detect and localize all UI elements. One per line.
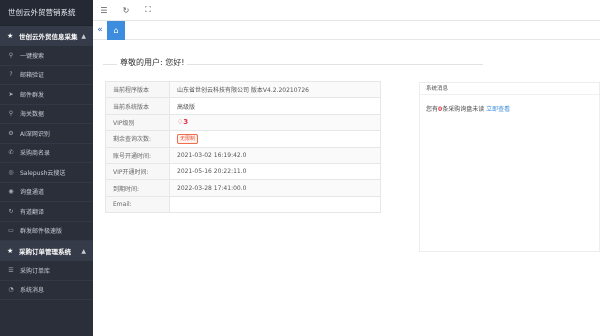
sidebar-item-label: 系统消息 [20, 287, 45, 295]
star-icon: ★ [7, 247, 14, 255]
info-value: 2021-05-16 20:22:11.0 [169, 162, 381, 181]
table-row: VIP开通时间: 2021-05-16 20:22:11.0 [105, 162, 381, 181]
table-row: 当前系统版本 高级版 [105, 97, 381, 115]
chevron-up-icon: ▲ [81, 247, 86, 255]
sidebar-item-label: 采购订单库 [20, 267, 51, 275]
info-value: 2022-03-28 17:41:00.0 [169, 179, 381, 197]
tab-bar: « ⌂ [93, 20, 600, 40]
sidebar-item-buyer-directory[interactable]: ✆ 采购商名录 [0, 144, 93, 163]
sidebar-item-order-library[interactable]: ☰ 采购订单库 [0, 261, 93, 281]
vip-level-number: 3 [183, 118, 189, 127]
table-row: Email: [105, 195, 381, 214]
sidebar-item-customs-data[interactable]: ⚲ 海关数据 [0, 105, 93, 124]
target-icon: ◉ [8, 188, 14, 196]
sidebar-item-ai-deepweb[interactable]: ⚙ AI深网识别 [0, 124, 93, 144]
sidebar-section-info-collection[interactable]: ★ 世创云外贸信息采集 ▲ [0, 26, 93, 46]
info-key: 当前程序版本 [105, 80, 170, 99]
greeting-block: 尊敬的用户: 您好! [103, 57, 483, 69]
unlimited-badge: 无限制 [177, 133, 199, 144]
info-value: 无限制 [169, 130, 381, 148]
info-value [169, 195, 381, 214]
account-info-table: 当前程序版本 山东省世创云科技有限公司 版本V4.2.20210726 当前系统… [105, 80, 381, 214]
info-value: 山东省世创云科技有限公司 版本V4.2.20210726 [169, 80, 381, 99]
info-key: VIP级别 [105, 113, 170, 132]
chevron-up-icon: ▲ [81, 32, 86, 40]
greeting-title: 尊敬的用户: 您好! [117, 57, 188, 68]
search-icon: ⚲ [8, 110, 14, 118]
sidebar-item-mass-email[interactable]: ➤ 邮件群发 [0, 85, 93, 105]
panel-title: 系统消息 [420, 83, 599, 95]
info-key: VIP开通时间: [105, 162, 170, 181]
sidebar-section-purchase-orders[interactable]: ★ 采购订单管理系统 ▲ [0, 241, 93, 261]
sidebar-item-label: 海关数据 [20, 111, 45, 119]
sidebar-item-label: 邮件群发 [20, 91, 45, 99]
view-now-link[interactable]: 立即查看 [486, 106, 510, 113]
sidebar-item-label: Salepush云搜送 [20, 169, 66, 177]
sidebar-item-label: 询盘通道 [20, 189, 45, 197]
sidebar-item-system-messages[interactable]: ◔ 系统消息 [0, 281, 93, 300]
system-messages-panel: 系统消息 您有0条采购询盘未读 立即查看 [419, 82, 600, 252]
sidebar-item-inquiry-channel[interactable]: ◉ 询盘通道 [0, 183, 93, 202]
info-key: 账号开通时间: [105, 146, 170, 164]
table-row: 剩余查询次数: 无限制 [105, 130, 381, 148]
info-key: 到期时间: [105, 179, 170, 197]
translate-icon: ↻ [8, 207, 14, 215]
double-chevron-left-icon[interactable]: « [93, 25, 107, 35]
table-row: 到期时间: 2022-03-28 17:41:00.0 [105, 179, 381, 197]
list-icon: ☰ [8, 266, 14, 274]
info-key: 当前系统版本 [105, 97, 170, 115]
home-tab[interactable]: ⌂ [107, 20, 125, 40]
sidebar-item-label: 一键搜索 [20, 52, 45, 60]
table-row: 当前程序版本 山东省世创云科技有限公司 版本V4.2.20210726 [105, 80, 381, 99]
main-content: 尊敬的用户: 您好! 当前程序版本 山东省世创云科技有限公司 版本V4.2.20… [93, 40, 600, 336]
ai-icon: ⚙ [8, 129, 14, 137]
sidebar: 世创云外贸营销系统 ★ 世创云外贸信息采集 ▲ ⚲ 一键搜索 ? 邮箱验证 ➤ … [0, 0, 93, 336]
info-value: ♢3 [169, 113, 381, 132]
table-row: 账号开通时间: 2021-03-02 16:19:42.0 [105, 146, 381, 164]
search-icon: ⚲ [8, 51, 14, 59]
globe-icon: ◎ [8, 168, 14, 176]
star-icon: ★ [7, 32, 14, 40]
bell-icon: ◔ [8, 286, 14, 294]
info-value: 2021-03-02 16:19:42.0 [169, 146, 381, 164]
message-prefix: 您有 [426, 106, 439, 113]
sidebar-item-youdao-translate[interactable]: ↻ 有道翻译 [0, 202, 93, 222]
send-icon: ➤ [8, 90, 14, 98]
sidebar-item-email-verify[interactable]: ? 邮箱验证 [0, 66, 93, 85]
refresh-icon[interactable]: ↻ [115, 6, 137, 15]
sidebar-item-label: 群发邮件极速版 [20, 228, 63, 236]
mail-icon: ▭ [8, 227, 14, 235]
info-value: 高级版 [169, 97, 381, 115]
sidebar-item-label: 采购商名录 [20, 150, 51, 158]
home-icon: ⌂ [113, 25, 119, 35]
sidebar-item-label: 有道翻译 [20, 208, 45, 216]
sidebar-item-label: 邮箱验证 [20, 72, 45, 80]
sidebar-section-label: 采购订单管理系统 [19, 248, 71, 256]
info-key: 剩余查询次数: [105, 130, 170, 148]
menu-toggle-icon[interactable]: ☰ [93, 6, 115, 15]
phone-icon: ✆ [8, 149, 14, 157]
sidebar-item-salepush[interactable]: ◎ Salepush云搜送 [0, 163, 93, 183]
sidebar-section-label: 世创云外贸信息采集 [19, 33, 78, 41]
sidebar-item-search[interactable]: ⚲ 一键搜索 [0, 46, 93, 66]
sidebar-item-label: AI深网识别 [20, 130, 50, 138]
sidebar-item-fast-mass-email[interactable]: ▭ 群发邮件极速版 [0, 222, 93, 241]
fullscreen-icon[interactable]: ⛶ [137, 5, 159, 15]
info-key: Email: [105, 195, 170, 214]
brand-title: 世创云外贸营销系统 [0, 0, 93, 26]
message-suffix: 条采购询盘未读 [442, 106, 485, 113]
help-icon: ? [9, 71, 13, 79]
message-summary: 您有0条采购询盘未读 立即查看 [420, 95, 599, 122]
table-row: VIP级别 ♢3 [105, 113, 381, 132]
top-header: ☰ ↻ ⛶ [93, 0, 600, 21]
vip-level: ♢3 [177, 118, 188, 126]
